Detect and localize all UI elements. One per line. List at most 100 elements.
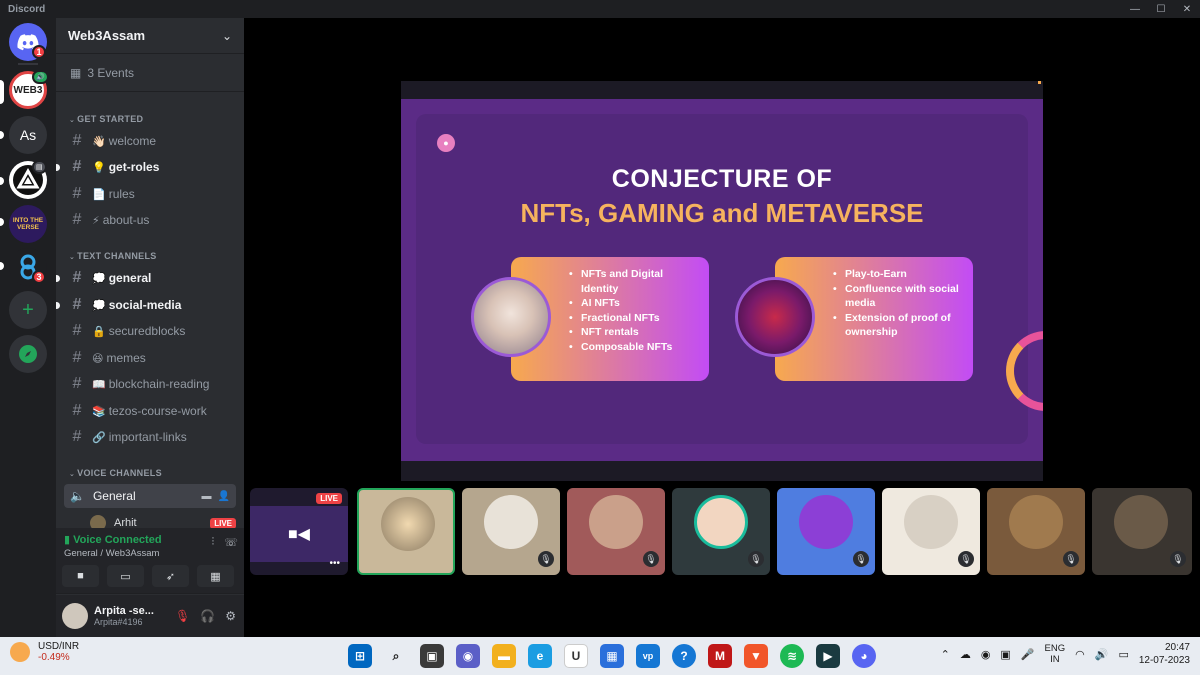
events-button[interactable]: ▦ 3 Events (56, 54, 244, 92)
screen-share-button[interactable]: ▭ (107, 565, 144, 587)
participant-tile[interactable]: 🎙 (882, 488, 980, 575)
add-server-button[interactable]: + (9, 291, 47, 329)
edge-button[interactable]: e (528, 644, 552, 668)
channel-blockchain-reading[interactable]: # 📖 blockchain-reading (64, 372, 236, 396)
caret-down-icon: ⌄ (69, 471, 76, 478)
stream-preview-tile[interactable]: LIVE ■◀ ••• (250, 488, 348, 575)
spotify-button[interactable]: ≋ (780, 644, 804, 668)
channel-label: get-roles (108, 160, 160, 174)
stream-stage: ● CONJECTURE OF NFTs, GAMING and METAVER… (244, 18, 1200, 637)
calendar-small-icon: ▤ (36, 164, 43, 171)
category-get-started[interactable]: ⌄ GET STARTED (69, 114, 143, 124)
user-name: Arpita -se... (94, 605, 154, 617)
voice-status[interactable]: ▮ Voice Connected (64, 533, 162, 546)
onedrive-icon[interactable]: ▣ (1000, 648, 1010, 661)
u-app-icon: U (571, 649, 581, 663)
participant-tile[interactable]: 🎙 (1092, 488, 1192, 575)
user-avatar[interactable] (62, 603, 88, 629)
start-button[interactable]: ⊞ (348, 644, 372, 668)
server-into-the-verse[interactable]: INTO THE VERSE (9, 205, 47, 243)
channel-about-us[interactable]: # ⚡ about-us (64, 208, 236, 232)
clock[interactable]: 20:47 12-07-2023 (1139, 641, 1190, 667)
battery-icon[interactable]: ▭ (1118, 648, 1128, 661)
participant-tile[interactable]: 🎙 (672, 488, 770, 575)
guild-name: Web3Assam (68, 28, 146, 43)
channel-memes[interactable]: # 😆 memes (64, 346, 236, 370)
mcafee-button[interactable]: M (708, 644, 732, 668)
discord-taskbar-button[interactable]: ◕ (852, 644, 876, 668)
activities-button[interactable]: ➶ (152, 565, 189, 587)
explore-servers-button[interactable] (9, 335, 47, 373)
volume-icon[interactable]: 🔊 (1095, 648, 1109, 661)
app-vp-button[interactable]: vp (636, 644, 660, 668)
disconnect-icon[interactable]: ☏ (224, 536, 238, 549)
search-icon: ⌕ (392, 648, 400, 663)
chevron-up-icon[interactable]: ⌃ (941, 648, 950, 661)
play-icon: ▶ (823, 649, 833, 663)
maximize-button[interactable]: ☐ (1148, 4, 1174, 15)
events-label: 3 Events (87, 65, 135, 80)
microphone-icon[interactable]: 🎤 (1021, 648, 1035, 661)
channel-tezos-course-work[interactable]: # 📚 tezos-course-work (64, 399, 236, 423)
channel-important-links[interactable]: # 🔗 important-links (64, 425, 236, 449)
meet-now-icon[interactable]: ◉ (981, 648, 991, 661)
task-view-button[interactable]: ▣ (420, 644, 444, 668)
hashtag-icon: # (72, 269, 82, 286)
camera-button[interactable]: ■ (62, 565, 99, 587)
caret-down-icon: ⌄ (69, 254, 76, 261)
category-voice-channels[interactable]: ⌄ VOICE CHANNELS (69, 468, 162, 478)
file-explorer-button[interactable]: ▬ (492, 644, 516, 668)
app-u-button[interactable]: U (564, 644, 588, 668)
help-button[interactable]: ? (672, 644, 696, 668)
search-button[interactable]: ⌕ (384, 644, 408, 668)
hashtag-icon: # (72, 349, 82, 366)
more-options-icon[interactable]: ••• (329, 558, 340, 569)
chat-bubble-icon[interactable]: ▬ (202, 491, 212, 502)
list-item: Play-to-Earn (833, 267, 963, 282)
channel-general[interactable]: # 💭 general (56, 266, 236, 290)
participant-tile[interactable]: 🎙 (777, 488, 875, 575)
vp-app-icon: vp (642, 651, 654, 661)
store-button[interactable]: ▦ (600, 644, 624, 668)
user-info[interactable]: Arpita -se... Arpita#4196 (94, 605, 154, 627)
stock-widget[interactable]: USD/INR -0.49% (10, 641, 79, 663)
settings-gear-icon[interactable]: ⚙ (225, 609, 236, 623)
noise-suppression-icon[interactable]: ⫶ (211, 536, 214, 549)
close-button[interactable]: ✕ (1174, 4, 1200, 15)
minimize-button[interactable]: — (1122, 4, 1148, 15)
live-badge: LIVE (210, 517, 236, 529)
invite-user-icon[interactable]: 👤 (218, 491, 230, 502)
rail-separator (18, 63, 38, 65)
participant-tile[interactable]: 🎙 (462, 488, 560, 575)
channel-label: memes (106, 351, 146, 365)
user-controls: 🎙 🎧 ⚙ (175, 609, 236, 623)
screen-share-viewer[interactable]: ● CONJECTURE OF NFTs, GAMING and METAVER… (401, 81, 1043, 481)
participant-tile[interactable] (357, 488, 455, 575)
selected-server-pill (0, 80, 4, 104)
channel-label: general (108, 271, 152, 285)
brave-button[interactable]: ▼ (744, 644, 768, 668)
cloud-icon[interactable]: ☁ (960, 648, 971, 661)
channel-social-media[interactable]: # 💭 social-media (56, 293, 236, 317)
chat-app-button[interactable]: ◉ (456, 644, 480, 668)
channel-securedblocks[interactable]: # 🔒 securedblocks (64, 319, 236, 343)
channel-welcome[interactable]: # 👋🏻 welcome (64, 129, 236, 153)
voice-status-label: Voice Connected (73, 534, 162, 546)
ticker-change: -0.49% (38, 652, 70, 663)
language-indicator[interactable]: ENG IN (1045, 643, 1066, 665)
category-text-channels[interactable]: ⌄ TEXT CHANNELS (69, 251, 157, 261)
participant-tile[interactable]: 🎙 (567, 488, 665, 575)
time: 20:47 (1164, 642, 1190, 653)
voice-location[interactable]: General / Web3Assam (64, 548, 159, 559)
server-as[interactable]: As (9, 116, 47, 154)
participant-tile[interactable]: 🎙 (987, 488, 1085, 575)
guild-header[interactable]: Web3Assam ⌄ (56, 18, 244, 54)
wifi-icon[interactable]: ◠ (1075, 648, 1085, 661)
headphones-icon[interactable]: 🎧 (200, 609, 215, 623)
app-dark-button[interactable]: ▶ (816, 644, 840, 668)
channel-rules[interactable]: # 📄 rules (64, 182, 236, 206)
voice-channel-general[interactable]: 🔈 General ▬ 👤 (64, 484, 236, 508)
channel-get-roles[interactable]: # 💡 get-roles (56, 155, 236, 179)
soundboard-button[interactable]: ▦ (197, 565, 234, 587)
mute-mic-icon[interactable]: 🎙 (175, 609, 190, 623)
